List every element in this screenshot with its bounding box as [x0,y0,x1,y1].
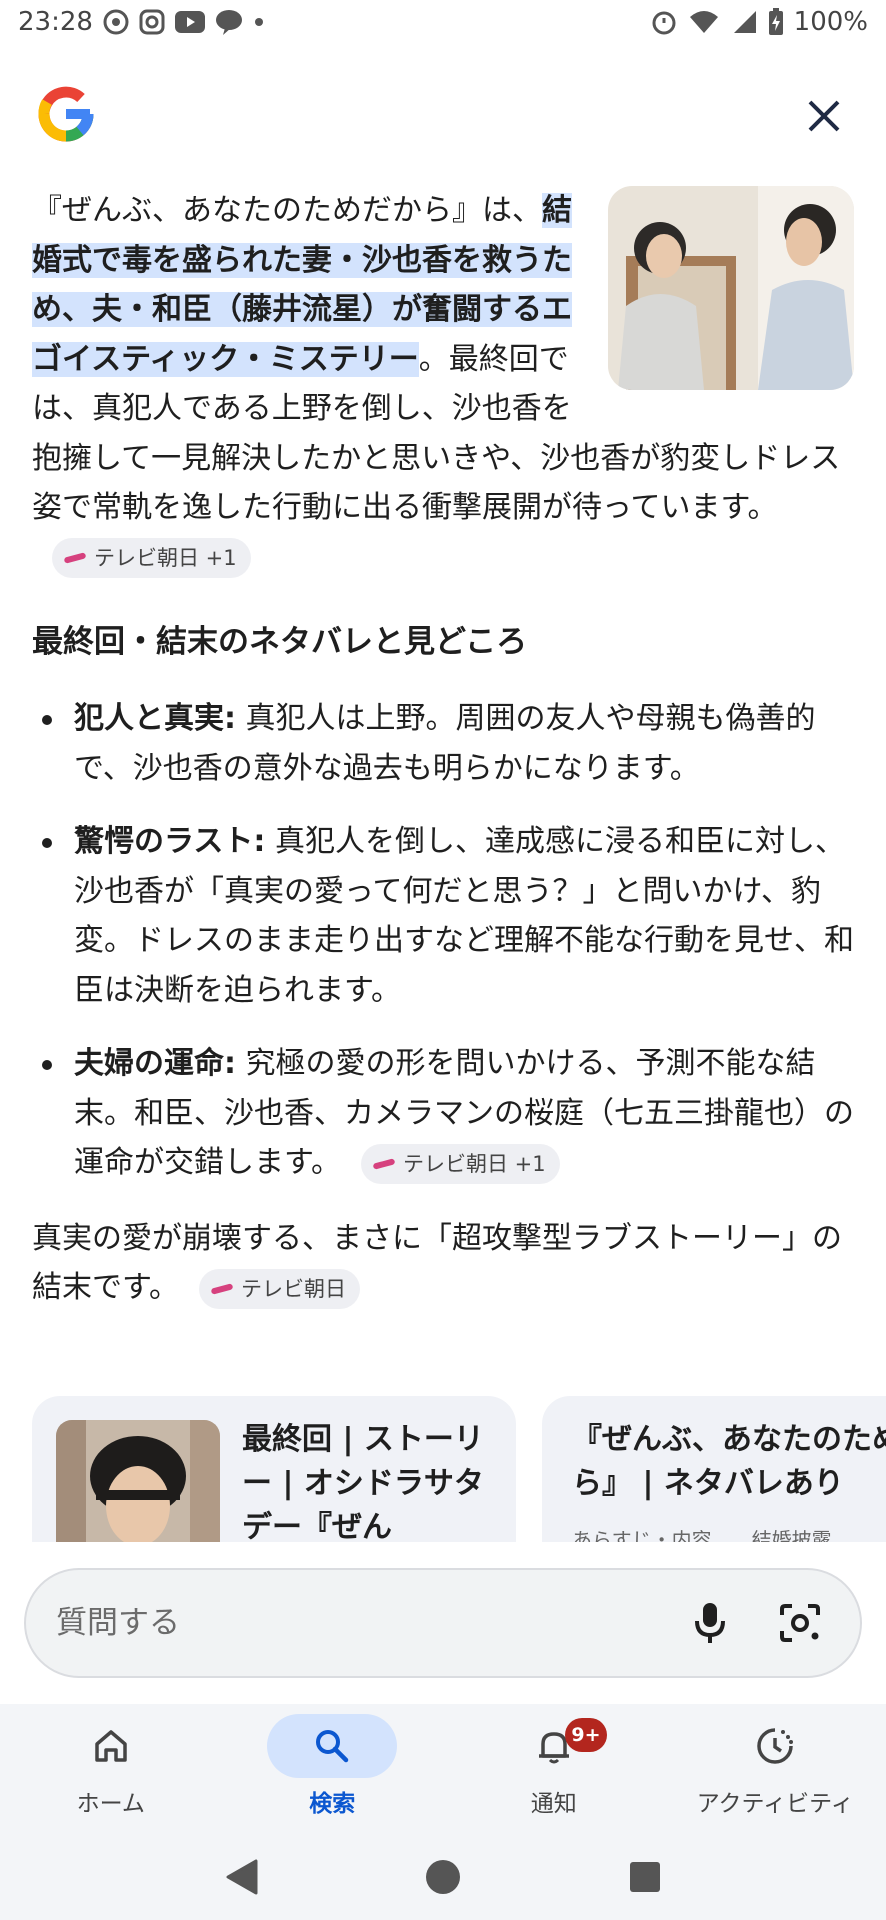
status-time: 23:28 [18,7,93,37]
point-label: 驚愕のラスト: [74,824,266,859]
search-icon [316,1730,349,1763]
google-logo-icon [32,80,100,152]
home-circle-icon [426,1860,460,1894]
drama-still-image[interactable] [608,186,854,390]
point-label: 犯人と真実: [74,701,236,736]
card-title: 『ぜんぶ、あなたのためだから』 | ネタバレあり [572,1422,886,1501]
lens-button[interactable] [770,1593,830,1653]
list-item: 夫婦の運命: 究極の愛の形を問いかける、予測不能な結末。和臣、沙也香、カメラマン… [32,1039,854,1188]
source-chip-label: テレビ朝日 [241,1276,346,1301]
system-navigation [0,1834,886,1920]
source-chip[interactable]: テレビ朝日 +1 [52,538,251,578]
summary-text: 真実の愛が崩壊する、まさに「超攻撃型ラブストーリー」の結末です。 [32,1220,842,1306]
ask-input[interactable] [56,1605,650,1641]
card-title: 最終回 | ストーリー | オシドラサタデー『ぜん [242,1422,484,1542]
source-card[interactable]: 『ぜんぶ、あなたのためだから』 | ネタバレあり あらすじ・内容 結婚披露 [542,1396,886,1542]
battery-icon [768,8,784,36]
mic-icon [695,1603,725,1643]
recents-square-icon [630,1862,660,1892]
answer-intro-text: 『ぜんぶ、あなたのためだから』は、 [32,193,542,228]
header [32,76,854,156]
nav-pill [710,1714,840,1778]
back-triangle-icon [226,1859,258,1895]
close-icon [808,100,840,132]
source-chip-label: テレビ朝日 +1 [403,1151,546,1176]
nav-label: ホーム [76,1791,145,1817]
source-chip-label: テレビ朝日 +1 [94,546,237,570]
home-icon [95,1730,127,1762]
source-cards: 最終回 | ストーリー | オシドラサタデー『ぜん 『ぜんぶ、あなたのためだから… [32,1396,886,1542]
nav-label: 通知 [530,1791,577,1817]
nav-pill [267,1714,398,1778]
list-item: 犯人と真実: 真犯人は上野。周囲の友人や母親も偽善的で、沙也香の意外な過去も明ら… [32,694,854,793]
nav-home[interactable]: ホーム [0,1704,222,1834]
source-mark-icon [63,552,87,564]
point-label: 夫婦の運命: [74,1046,236,1081]
chrome-icon [103,9,129,35]
signal-icon [730,9,758,35]
source-mark-icon [210,1282,234,1295]
card-subtitle: あらすじ・内容 結婚披露 [572,1528,832,1542]
ask-area [0,1542,886,1704]
source-mark-icon [372,1157,396,1170]
status-bar: 23:28 100% [0,0,886,44]
nav-label: アクティビティ [696,1791,854,1817]
source-chip[interactable]: テレビ朝日 +1 [361,1143,560,1184]
video-thumbnail[interactable] [56,1420,220,1542]
alarm-icon [650,8,678,36]
nav-notifications[interactable]: 9+ 通知 [443,1704,665,1834]
system-recents-button[interactable] [620,1852,670,1902]
source-chip[interactable]: テレビ朝日 [199,1268,360,1309]
wifi-icon [688,9,720,35]
battery-level: 100% [793,7,868,37]
system-back-button[interactable] [216,1852,266,1902]
ask-bar [24,1568,862,1678]
youtube-icon [174,11,205,33]
system-home-button[interactable] [418,1852,468,1902]
google-lens-icon [780,1604,820,1642]
key-points-list: 犯人と真実: 真犯人は上野。周囲の友人や母親も偽善的で、沙也香の意外な過去も明ら… [32,694,854,1188]
ai-answer: 『ぜんぶ、あなたのためだから』は、結婚式で毒を盛られた妻・沙也香を救うため、夫・… [32,186,854,1313]
section-title: 最終回・結末のネタバレと見どころ [32,624,528,660]
more-notifications-dot-icon [253,16,265,28]
nav-pill [46,1714,176,1778]
source-card[interactable]: 最終回 | ストーリー | オシドラサタデー『ぜん [32,1396,516,1542]
nav-search[interactable]: 検索 [222,1704,444,1834]
nav-label: 検索 [309,1791,356,1817]
answer-summary: 真実の愛が崩壊する、まさに「超攻撃型ラブストーリー」の結末です。 テレビ朝日 [32,1214,854,1313]
voice-search-button[interactable] [680,1593,740,1653]
notification-badge: 9+ [565,1718,607,1752]
nav-activity[interactable]: アクティビティ [665,1704,886,1834]
list-item: 驚愕のラスト: 真犯人を倒し、達成感に浸る和臣に対し、沙也香が「真実の愛って何だ… [32,817,854,1015]
line-icon [215,9,243,35]
close-button[interactable] [794,86,854,146]
instagram-icon [139,9,165,35]
activity-icon [757,1728,794,1764]
bottom-navigation: ホーム 検索 9+ 通知 アクティビティ [0,1704,886,1834]
